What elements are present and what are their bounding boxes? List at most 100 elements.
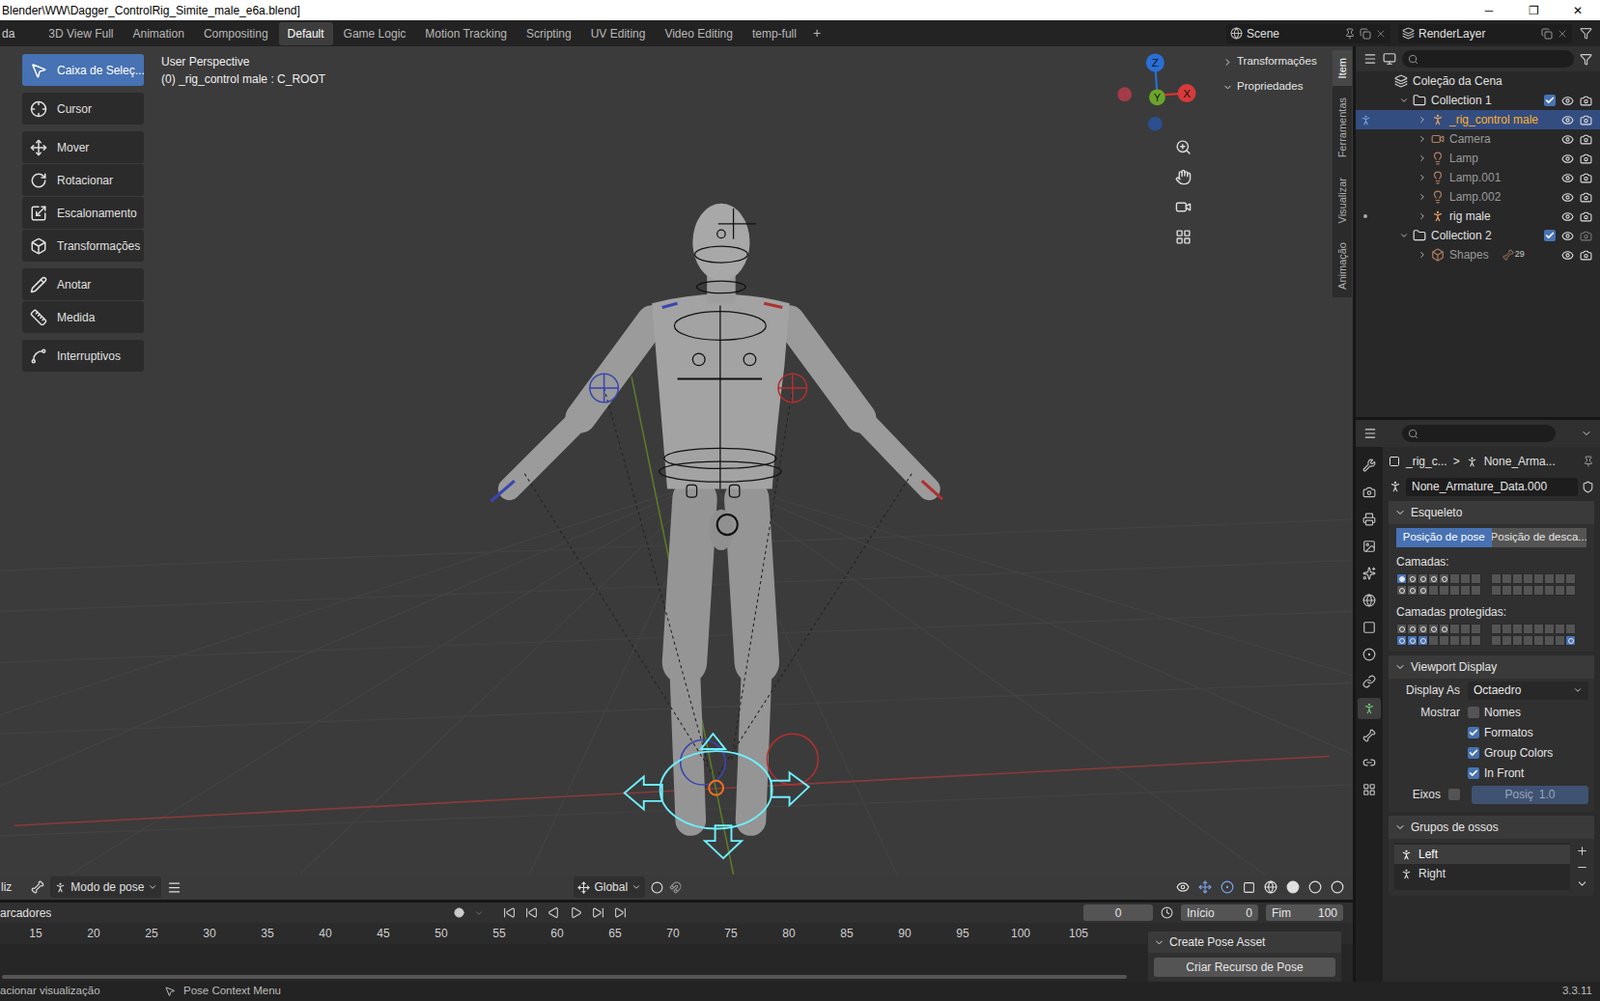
- layer-cell[interactable]: [1554, 585, 1566, 596]
- pivot-icon[interactable]: [650, 881, 664, 895]
- outliner-row[interactable]: _rig_control male: [1355, 110, 1600, 130]
- outliner-row[interactable]: Collection 2: [1355, 225, 1600, 246]
- tool-button[interactable]: Rotacionar: [22, 164, 144, 197]
- render-icon[interactable]: [1579, 249, 1593, 262]
- visibility-icon[interactable]: [1561, 191, 1574, 204]
- nav-button[interactable]: [1170, 224, 1196, 250]
- editor-type-icon[interactable]: [1363, 52, 1377, 66]
- disclosure[interactable]: [1417, 211, 1432, 222]
- workspace-tab[interactable]: temp-full: [743, 22, 806, 46]
- wireframe-shading-icon[interactable]: [1263, 880, 1278, 895]
- layer-cell[interactable]: [1406, 585, 1418, 596]
- orientation-dropdown[interactable]: Global: [573, 876, 646, 899]
- layer-cell[interactable]: [1459, 573, 1471, 585]
- render-icon[interactable]: [1579, 210, 1593, 224]
- layer-cell[interactable]: [1406, 573, 1418, 585]
- layer-cell[interactable]: [1470, 573, 1482, 585]
- data-name-field[interactable]: None_Armature_Data.000: [1405, 477, 1578, 497]
- properties-tab[interactable]: [1357, 779, 1381, 801]
- preview-range-icon[interactable]: [1160, 906, 1174, 920]
- tool-button[interactable]: Caixa de Seleç...: [22, 54, 144, 86]
- layer-cell[interactable]: [1470, 585, 1482, 596]
- layer-cell[interactable]: [1459, 635, 1471, 646]
- timeline-scrollbar[interactable]: [1, 975, 1127, 980]
- layer-cell[interactable]: [1428, 573, 1439, 585]
- disclosure[interactable]: [1417, 250, 1432, 260]
- end-frame-field[interactable]: Fim100: [1265, 904, 1344, 922]
- layer-cell[interactable]: [1459, 585, 1471, 596]
- bone-group-item[interactable]: Left: [1394, 844, 1571, 865]
- layer-cell[interactable]: [1554, 573, 1566, 585]
- remove-icon[interactable]: [1575, 861, 1589, 874]
- jump-start-icon[interactable]: [503, 906, 516, 920]
- layer-cell[interactable]: [1428, 635, 1439, 646]
- properties-tab[interactable]: [1357, 535, 1381, 558]
- pin-icon[interactable]: [1344, 28, 1356, 40]
- visibility-icon[interactable]: [1561, 229, 1574, 243]
- outliner-row[interactable]: Lamp: [1355, 148, 1600, 169]
- layer-cell[interactable]: [1417, 573, 1429, 585]
- layer-cell[interactable]: [1428, 585, 1439, 596]
- layer-cell[interactable]: [1449, 623, 1460, 635]
- layer-cell[interactable]: [1438, 635, 1450, 646]
- workspace-tab[interactable]: Video Editing: [655, 22, 742, 46]
- layer-cell[interactable]: [1449, 635, 1460, 646]
- editor-type-icon[interactable]: [1363, 426, 1377, 441]
- layer-cell[interactable]: [1554, 623, 1566, 635]
- axis-gizmo[interactable]: ZXY: [1117, 53, 1196, 131]
- workspace-tab[interactable]: 3D View Full: [39, 22, 122, 46]
- outliner-search[interactable]: [1402, 50, 1574, 68]
- sidebar-tab[interactable]: Visualizar: [1332, 169, 1352, 232]
- mode-dot[interactable]: [1363, 214, 1368, 219]
- layer-cell[interactable]: [1543, 623, 1555, 635]
- properties-tab[interactable]: [1357, 562, 1381, 585]
- workspace-tab[interactable]: UV Editing: [582, 22, 655, 46]
- layer-cell[interactable]: [1449, 585, 1460, 596]
- layer-cell[interactable]: [1533, 573, 1544, 585]
- new-scene-icon[interactable]: [1359, 28, 1372, 40]
- properties-tab[interactable]: [1357, 617, 1381, 639]
- outliner-row[interactable]: rig male: [1355, 206, 1600, 226]
- visibility-icon[interactable]: [1561, 171, 1574, 185]
- layer-cell[interactable]: [1543, 573, 1555, 585]
- nav-button[interactable]: [1170, 135, 1196, 160]
- properties-tab[interactable]: [1357, 481, 1381, 504]
- workspace-tab[interactable]: Compositing: [195, 22, 278, 46]
- filter-icon[interactable]: [1579, 53, 1593, 66]
- scene-field[interactable]: Scene: [1226, 24, 1391, 44]
- outliner-row[interactable]: Shapes29: [1355, 245, 1600, 265]
- layer-cell[interactable]: [1501, 635, 1513, 646]
- create-pose-asset-button[interactable]: Criar Recurso de Pose: [1153, 957, 1336, 978]
- layer-cell[interactable]: [1512, 635, 1523, 646]
- mode-dropdown[interactable]: Modo de pose: [50, 876, 162, 899]
- layer-cell[interactable]: [1470, 623, 1482, 635]
- render-icon[interactable]: [1579, 229, 1593, 243]
- properties-tab[interactable]: [1357, 698, 1381, 720]
- sidebar-tab[interactable]: Item: [1332, 50, 1352, 86]
- disclosure[interactable]: [1417, 114, 1432, 125]
- pin-icon[interactable]: [1582, 455, 1595, 468]
- layer-cell[interactable]: [1490, 635, 1502, 646]
- position-button[interactable]: Posição de pose: [1396, 528, 1492, 548]
- layer-cell[interactable]: [1396, 623, 1407, 635]
- properties-tab[interactable]: [1357, 752, 1381, 774]
- tool-button[interactable]: Transformações: [22, 229, 144, 262]
- layer-cell[interactable]: [1490, 623, 1502, 635]
- tool-button[interactable]: Mover: [22, 131, 144, 164]
- checkbox[interactable]: Formatos: [1467, 724, 1534, 742]
- layer-cell[interactable]: [1490, 573, 1502, 585]
- properties-tab[interactable]: [1357, 644, 1381, 666]
- visibility-icon[interactable]: [1561, 94, 1574, 108]
- properties-tab[interactable]: [1357, 589, 1381, 612]
- layer-cell[interactable]: [1438, 573, 1450, 585]
- window-control-button[interactable]: ─: [1466, 0, 1512, 21]
- render-icon[interactable]: [1579, 94, 1593, 108]
- fake-user-icon[interactable]: [1581, 480, 1595, 494]
- tool-button[interactable]: Cursor: [22, 92, 144, 125]
- layer-cell[interactable]: [1565, 623, 1576, 635]
- layer-cell[interactable]: [1533, 623, 1544, 635]
- layer-cell[interactable]: [1438, 623, 1450, 635]
- layer-cell[interactable]: [1470, 635, 1482, 646]
- render-shading-icon[interactable]: [1330, 880, 1345, 895]
- render-icon[interactable]: [1579, 133, 1593, 146]
